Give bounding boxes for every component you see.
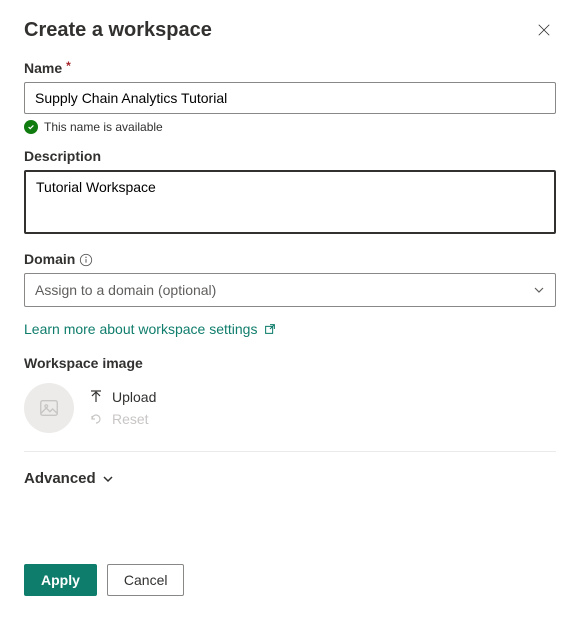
image-actions: Upload Reset [88,389,156,427]
learn-more-text: Learn more about workspace settings [24,321,257,337]
advanced-toggle[interactable]: Advanced [24,470,556,487]
advanced-label: Advanced [24,470,96,487]
chevron-down-icon [102,473,114,485]
name-label: Name * [24,60,556,76]
close-button[interactable] [532,18,556,42]
create-workspace-panel: Create a workspace Name * This name is a… [0,0,580,618]
name-input[interactable] [24,82,556,114]
image-icon [38,397,60,419]
image-placeholder [24,383,74,433]
panel-header: Create a workspace [24,18,556,42]
domain-label: Domain [24,251,556,267]
name-validation-text: This name is available [44,120,163,134]
reset-label: Reset [112,411,149,427]
workspace-image-label: Workspace image [24,355,556,371]
name-label-text: Name [24,60,62,76]
domain-field: Domain Assign to a domain (optional) [24,251,556,307]
description-label: Description [24,148,556,164]
workspace-image-row: Upload Reset [24,383,556,433]
domain-select[interactable]: Assign to a domain (optional) [24,273,556,307]
upload-label: Upload [112,389,156,405]
divider [24,451,556,452]
chevron-down-icon [533,284,545,296]
upload-icon [88,389,104,405]
undo-icon [88,411,104,427]
check-circle-icon [24,120,38,134]
description-field: Description [24,148,556,237]
info-icon [79,253,93,267]
cancel-button[interactable]: Cancel [107,564,185,596]
panel-title: Create a workspace [24,19,212,42]
footer: Apply Cancel [24,564,184,596]
upload-button[interactable]: Upload [88,389,156,405]
apply-button[interactable]: Apply [24,564,97,596]
domain-placeholder: Assign to a domain (optional) [35,282,216,298]
domain-label-text: Domain [24,251,75,267]
description-input[interactable] [24,170,556,234]
reset-button: Reset [88,411,156,427]
learn-more-link[interactable]: Learn more about workspace settings [24,321,277,337]
close-icon [537,23,551,37]
required-asterisk: * [66,59,71,73]
name-field: Name * This name is available [24,60,556,134]
name-validation: This name is available [24,120,556,134]
external-link-icon [263,322,277,336]
